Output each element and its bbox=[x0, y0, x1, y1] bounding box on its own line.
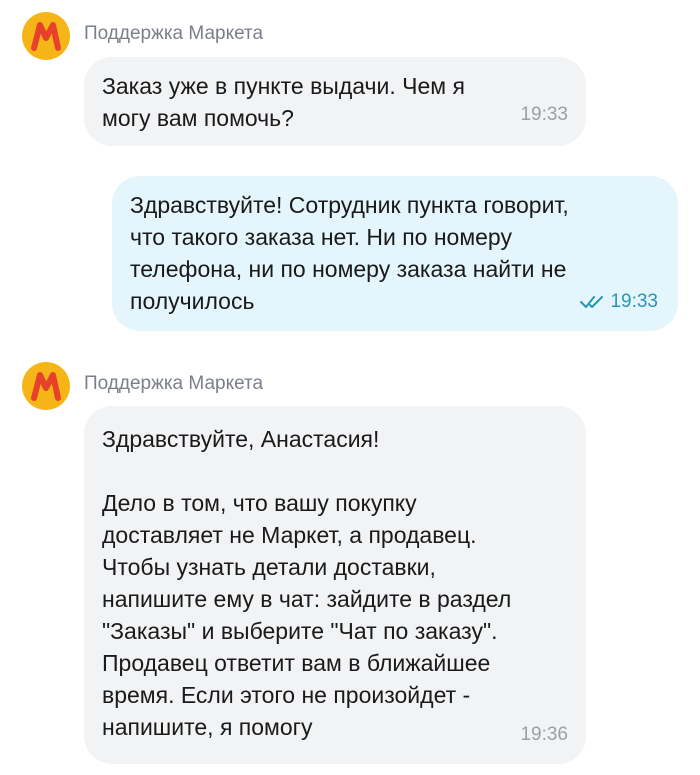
sender-name: Поддержка Маркета bbox=[84, 23, 264, 44]
message-time: 19:33 bbox=[520, 104, 568, 125]
message-time: 19:33 bbox=[610, 291, 658, 312]
message-bubble-incoming[interactable]: Заказ уже в пункте выдачи. Чем я могу ва… bbox=[84, 57, 586, 146]
yandex-market-logo-icon bbox=[31, 22, 61, 51]
yandex-market-logo-icon bbox=[31, 372, 61, 401]
message-time: 19:36 bbox=[520, 724, 568, 745]
message-text: Здравствуйте, Анастасия! Дело в том, что… bbox=[102, 426, 512, 740]
message-text: Заказ уже в пункте выдачи. Чем я могу ва… bbox=[102, 73, 465, 131]
support-avatar[interactable] bbox=[22, 362, 70, 410]
message-bubble-outgoing[interactable]: Здравствуйте! Сотрудник пункта говорит, … bbox=[112, 176, 678, 331]
sender-name: Поддержка Маркета bbox=[84, 373, 264, 394]
message-bubble-incoming[interactable]: Здравствуйте, Анастасия! Дело в том, что… bbox=[84, 406, 586, 764]
double-check-icon bbox=[580, 295, 604, 308]
message-time-with-status: 19:33 bbox=[580, 292, 658, 311]
support-avatar[interactable] bbox=[22, 12, 70, 60]
